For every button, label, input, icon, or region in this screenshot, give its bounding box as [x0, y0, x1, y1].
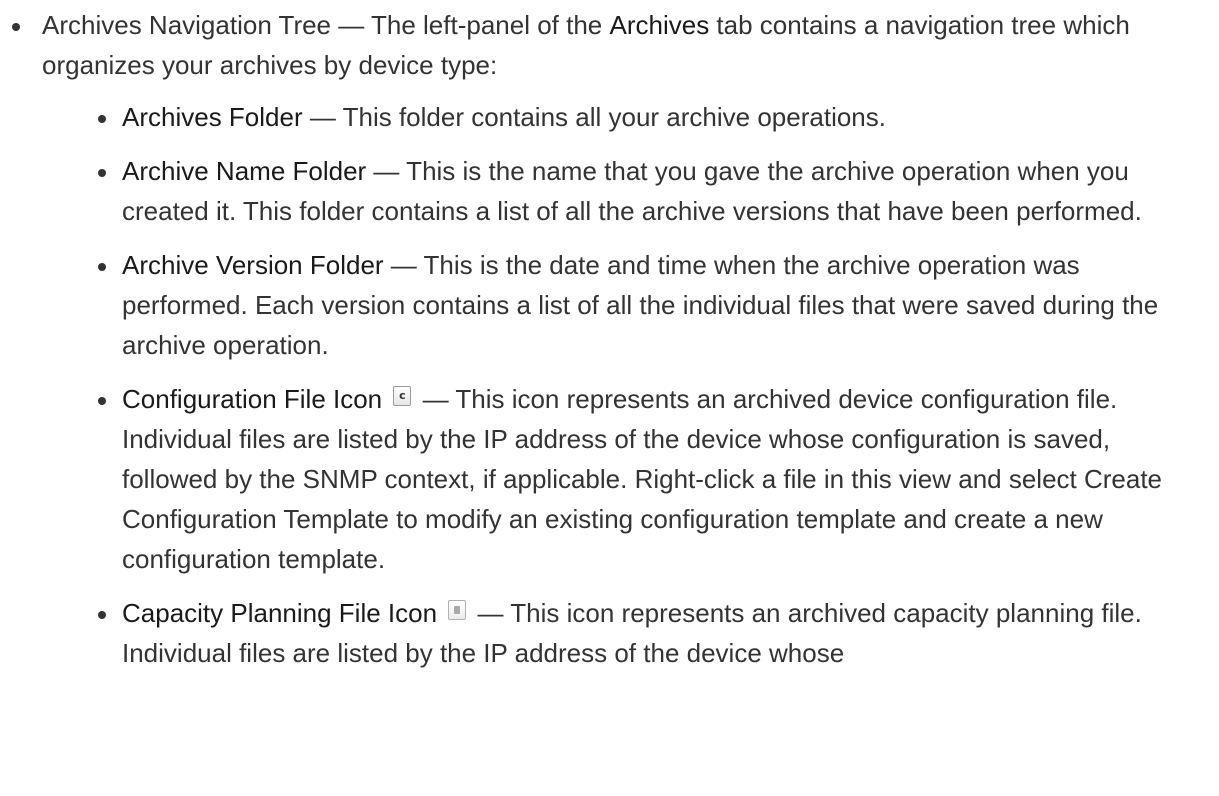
item-term: Archive Name Folder	[122, 156, 367, 186]
bullet-list: Archives Navigation Tree — The left-pane…	[0, 5, 1219, 673]
list-item-archive-version-folder: Archive Version Folder — This is the dat…	[98, 245, 1201, 365]
item-term: Capacity Planning File Icon	[122, 598, 438, 628]
bullet-icon	[98, 611, 106, 619]
item-text-a: — The left-panel of the	[331, 10, 610, 40]
document-body: Archives Navigation Tree — The left-pane…	[0, 0, 1219, 673]
item-term: Configuration File Icon	[122, 384, 383, 414]
item-term: Archives Folder	[122, 102, 303, 132]
bullet-icon	[98, 263, 106, 271]
sub-bullet-list: Archives Folder — This folder contains a…	[42, 97, 1201, 673]
list-item-archives-folder: Archives Folder — This folder contains a…	[98, 97, 1201, 137]
bullet-icon	[12, 23, 20, 31]
list-item-capacity-planning-file-icon: Capacity Planning File Icon — This icon …	[98, 593, 1201, 673]
list-item-archive-name-folder: Archive Name Folder — This is the name t…	[98, 151, 1201, 231]
item-description: — This folder contains all your archive …	[302, 102, 886, 132]
configuration-file-icon: c	[393, 386, 412, 406]
bullet-icon	[98, 169, 106, 177]
item-term: Archive Version Folder	[122, 250, 384, 280]
capacity-planning-file-icon	[448, 600, 467, 620]
archives-tab-name: Archives	[609, 10, 710, 40]
bullet-icon	[98, 397, 106, 405]
list-item-configuration-file-icon: Configuration File Icon c — This icon re…	[98, 379, 1201, 579]
configuration-file-icon-glyph: c	[399, 389, 406, 402]
item-term: Archives Navigation Tree	[42, 10, 332, 40]
bullet-icon	[98, 115, 106, 123]
list-item-archives-navigation-tree: Archives Navigation Tree — The left-pane…	[12, 5, 1201, 673]
